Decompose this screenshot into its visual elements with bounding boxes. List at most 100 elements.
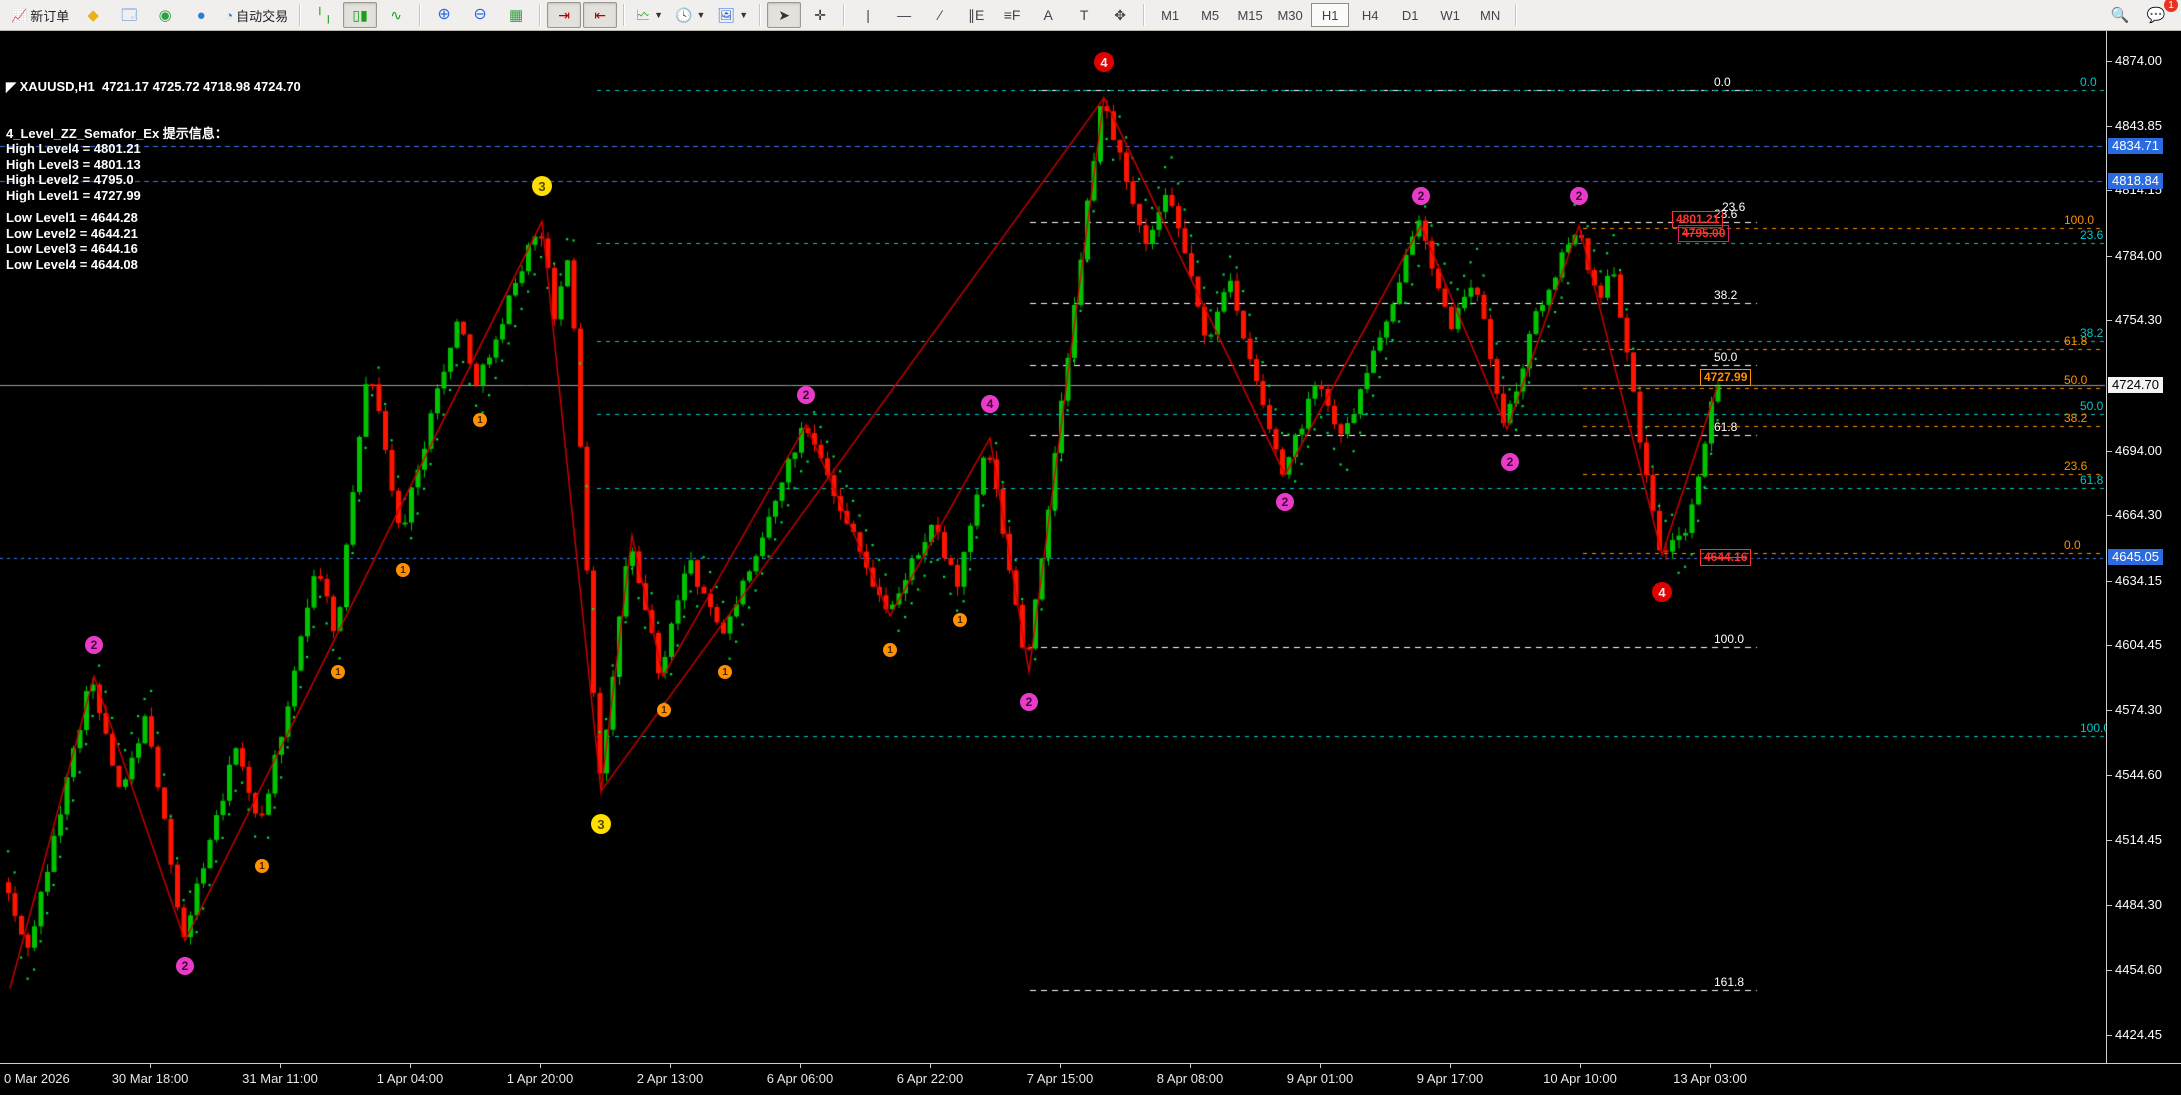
toolbar: 📈新订单◆🗔◉●◔自动交易╵╷▯▮∿⊕⊖▦⇥⇤🗠▼🕓▼🖼▼➤✛|—∕∥E≡FAT… bbox=[0, 0, 2181, 31]
toolbar-separator bbox=[843, 4, 845, 26]
fib-label-orange-50-0: 50.0 bbox=[2064, 373, 2087, 387]
timeframe-mn-button[interactable]: MN bbox=[1471, 3, 1509, 27]
text-button[interactable]: A bbox=[1031, 2, 1065, 28]
fib-label-white-23-6-right: 23.6 bbox=[1722, 200, 1745, 214]
price-tick bbox=[2107, 645, 2112, 646]
zoom-in-button[interactable]: ⊕ bbox=[427, 2, 461, 28]
symbols-button[interactable]: ◆ bbox=[76, 2, 110, 28]
time-axis-label: 13 Apr 03:00 bbox=[1673, 1071, 1747, 1086]
price-tick bbox=[2107, 320, 2112, 321]
zoom-out-button[interactable]: ⊖ bbox=[463, 2, 497, 28]
candles-chart-icon: ▯▮ bbox=[352, 8, 367, 22]
notification-badge: 1 bbox=[2164, 0, 2178, 12]
price-tick bbox=[2107, 775, 2112, 776]
semafor-1-marker: 1 bbox=[255, 859, 269, 873]
toolbar-separator bbox=[1515, 4, 1517, 26]
signals-button[interactable]: ◉ bbox=[148, 2, 182, 28]
vertical-line-button[interactable]: | bbox=[851, 2, 885, 28]
price-tick bbox=[2107, 840, 2112, 841]
equidistant-channel-button[interactable]: ∥E bbox=[959, 2, 993, 28]
crosshair-icon: ✛ bbox=[814, 8, 826, 22]
time-tick bbox=[1580, 1064, 1581, 1068]
price-axis[interactable]: 4874.004843.854814.154784.004754.304694.… bbox=[2106, 30, 2181, 1063]
time-axis[interactable]: 0 Mar 202630 Mar 18:0031 Mar 11:001 Apr … bbox=[0, 1063, 2181, 1095]
cursor-button[interactable]: ➤ bbox=[767, 2, 801, 28]
fibonacci-button[interactable]: ≡F bbox=[995, 2, 1029, 28]
market-window-icon: 🗔 bbox=[121, 8, 137, 23]
new-order-button[interactable]: 📈新订单 bbox=[6, 2, 74, 28]
fib-label-orange-100-0: 100.0 bbox=[2064, 213, 2094, 227]
price-axis-label: 4514.45 bbox=[2115, 832, 2162, 847]
time-tick bbox=[150, 1064, 151, 1068]
semafor-2-marker: 2 bbox=[1501, 453, 1519, 471]
trendline-button[interactable]: ∕ bbox=[923, 2, 957, 28]
timeframe-m5-button[interactable]: M5 bbox=[1191, 3, 1229, 27]
chart-shift-button[interactable]: ⇤ bbox=[583, 2, 617, 28]
horizontal-line-button[interactable]: — bbox=[887, 2, 921, 28]
crosshair-button[interactable]: ✛ bbox=[803, 2, 837, 28]
semafor-1-marker: 1 bbox=[396, 563, 410, 577]
timeframe-h1-button[interactable]: H1 bbox=[1311, 3, 1349, 27]
autotrade-icon: ● bbox=[197, 8, 206, 23]
bars-chart-button[interactable]: ╵╷ bbox=[307, 2, 341, 28]
time-axis-label: 6 Apr 22:00 bbox=[897, 1071, 964, 1086]
periods-button[interactable]: 🕓▼ bbox=[670, 2, 710, 28]
timeframe-m30-button[interactable]: M30 bbox=[1271, 3, 1309, 27]
semafor-3-marker: 3 bbox=[591, 814, 611, 834]
price-badge-4724-70: 4724.70 bbox=[2108, 377, 2163, 393]
semafor-1-marker: 1 bbox=[331, 665, 345, 679]
equidistant-channel-icon: ∥E bbox=[968, 8, 984, 22]
price-axis-label: 4454.60 bbox=[2115, 962, 2162, 977]
tile-windows-button[interactable]: ▦ bbox=[499, 2, 533, 28]
timeframe-w1-button[interactable]: W1 bbox=[1431, 3, 1469, 27]
semafor-4-marker: 4 bbox=[1094, 52, 1114, 72]
timeframe-d1-button[interactable]: D1 bbox=[1391, 3, 1429, 27]
label-button[interactable]: T bbox=[1067, 2, 1101, 28]
time-tick bbox=[670, 1064, 671, 1068]
time-axis-label: 6 Apr 06:00 bbox=[767, 1071, 834, 1086]
symbol-marker-icon: ◤ bbox=[6, 79, 16, 94]
timeframe-m15-button[interactable]: M15 bbox=[1231, 3, 1269, 27]
time-tick bbox=[1710, 1064, 1711, 1068]
toolbar-separator bbox=[299, 4, 301, 26]
time-tick bbox=[930, 1064, 931, 1068]
fib-label-white-61-8: 61.8 bbox=[1714, 420, 1737, 434]
indicators-button[interactable]: 🗠▼ bbox=[631, 2, 668, 28]
arrows-button[interactable]: ✥ bbox=[1103, 2, 1137, 28]
periods-icon: 🕓 bbox=[675, 8, 692, 22]
time-axis-label: 9 Apr 01:00 bbox=[1287, 1071, 1354, 1086]
price-axis-label: 4574.30 bbox=[2115, 702, 2162, 717]
symbol-ohlc-line: ◤ XAUUSD,H1 4721.17 4725.72 4718.98 4724… bbox=[6, 79, 301, 95]
time-axis-label: 1 Apr 04:00 bbox=[377, 1071, 444, 1086]
price-badge-4818-84: 4818.84 bbox=[2108, 173, 2163, 189]
candles-chart-button[interactable]: ▯▮ bbox=[343, 2, 377, 28]
time-tick bbox=[410, 1064, 411, 1068]
auto-scroll-button[interactable]: ⇥ bbox=[547, 2, 581, 28]
auto-trading-icon: ◔ bbox=[225, 9, 233, 22]
timeframe-m1-button[interactable]: M1 bbox=[1151, 3, 1189, 27]
timeframe-h4-button[interactable]: H4 bbox=[1351, 3, 1389, 27]
time-axis-label: 1 Apr 20:00 bbox=[507, 1071, 574, 1086]
indicator-info-line: 4_Level_ZZ_Semafor_Ex 提示信息： bbox=[6, 126, 301, 142]
price-axis-label: 4604.45 bbox=[2115, 637, 2162, 652]
market-window-button[interactable]: 🗔 bbox=[112, 2, 146, 28]
fib-label-white-38-2: 38.2 bbox=[1714, 288, 1737, 302]
time-tick bbox=[280, 1064, 281, 1068]
templates-button[interactable]: 🖼▼ bbox=[712, 2, 753, 28]
price-axis-label: 4694.00 bbox=[2115, 443, 2162, 458]
semafor-2-marker: 2 bbox=[1020, 693, 1038, 711]
fib-label-orange-0-0: 0.0 bbox=[2064, 538, 2081, 552]
autotrade-button[interactable]: ● bbox=[184, 2, 218, 28]
chart-area[interactable]: ◤ XAUUSD,H1 4721.17 4725.72 4718.98 4724… bbox=[0, 30, 2181, 1095]
auto-trading-button[interactable]: ◔自动交易 bbox=[220, 2, 293, 28]
chevron-down-icon: ▼ bbox=[697, 10, 706, 20]
time-axis-label: 9 Apr 17:00 bbox=[1417, 1071, 1484, 1086]
chat-button[interactable]: 💬1 bbox=[2139, 2, 2173, 28]
price-tick bbox=[2107, 61, 2112, 62]
chevron-down-icon: ▼ bbox=[654, 10, 663, 20]
zoom-out-icon: ⊖ bbox=[473, 7, 486, 23]
price-axis-label: 4784.00 bbox=[2115, 248, 2162, 263]
line-chart-button[interactable]: ∿ bbox=[379, 2, 413, 28]
candlestick-canvas[interactable] bbox=[0, 30, 2181, 1095]
search-button[interactable]: 🔍 bbox=[2103, 2, 2137, 28]
